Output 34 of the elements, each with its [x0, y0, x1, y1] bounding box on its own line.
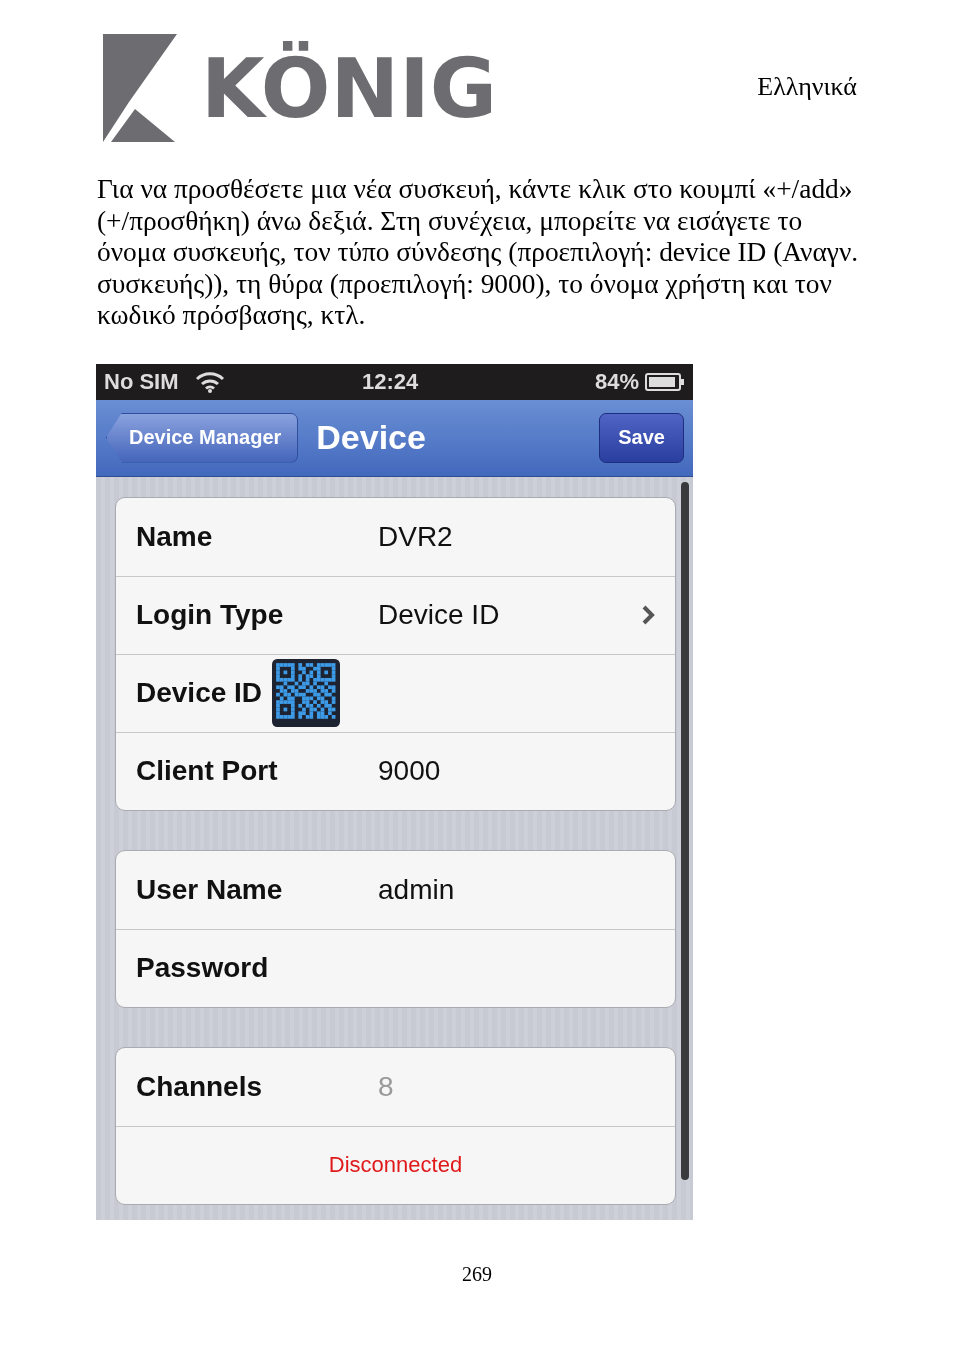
row-label: Device ID [136, 677, 263, 709]
intro-paragraph: Για να προσθέσετε μια νέα συσκευή, κάντε κλικ στο κουμπί «+/add» (+/προσθήκη) άνω δεξιά. Στη συνέχεια, μπορείτε να εισάγετε το όνομα συσκευής, τον τύπο σύνδεσης (προεπιλογή: device ID (Αναγν. συσκευής)), τη θύρα (προεπιλογή: 9000), το όνομα χρήστη και τον κωδικό πρόσβασης, κτλ. [97, 174, 860, 332]
row-value: admin [378, 873, 455, 906]
connection-status: Disconnected [327, 1152, 464, 1178]
row-value: DVR2 [378, 520, 453, 553]
row-value: 8 [378, 1070, 394, 1103]
language-label: Ελληνικά [757, 72, 857, 102]
form-row[interactable]: Channels 8 [116, 1047, 675, 1126]
form-row[interactable]: Login Type Device ID [116, 575, 675, 654]
row-label: Name [136, 520, 214, 553]
form-row[interactable]: Name DVR2 [116, 497, 675, 576]
wifi-icon [194, 370, 225, 393]
form-row[interactable]: Client Port 9000 [116, 731, 675, 810]
page-number: 269 [461, 1263, 493, 1286]
battery-icon [645, 372, 685, 391]
form-row[interactable]: User Name admin [116, 850, 675, 929]
battery-percent: 84% [594, 368, 639, 395]
row-label: Channels [136, 1070, 264, 1103]
row-label: Password [136, 952, 270, 984]
row-value: 9000 [378, 755, 441, 787]
carrier-text: No SIM [104, 368, 179, 395]
form-row[interactable]: Device ID [116, 653, 675, 732]
form-row[interactable]: Password [116, 928, 675, 1007]
clock-text: 12:24 [362, 368, 419, 395]
row-label: Login Type [136, 599, 285, 631]
back-button[interactable]: Device Manager [106, 412, 299, 463]
row-value: Device ID [378, 599, 500, 631]
row-label: Client Port [136, 755, 279, 787]
qr-code-icon[interactable] [272, 658, 341, 728]
row-label: User Name [136, 873, 284, 906]
screen-title: Device [316, 418, 426, 457]
logo-text: KÖNIG [201, 39, 497, 138]
save-button[interactable]: Save [599, 412, 684, 463]
chevron-icon [641, 604, 655, 626]
